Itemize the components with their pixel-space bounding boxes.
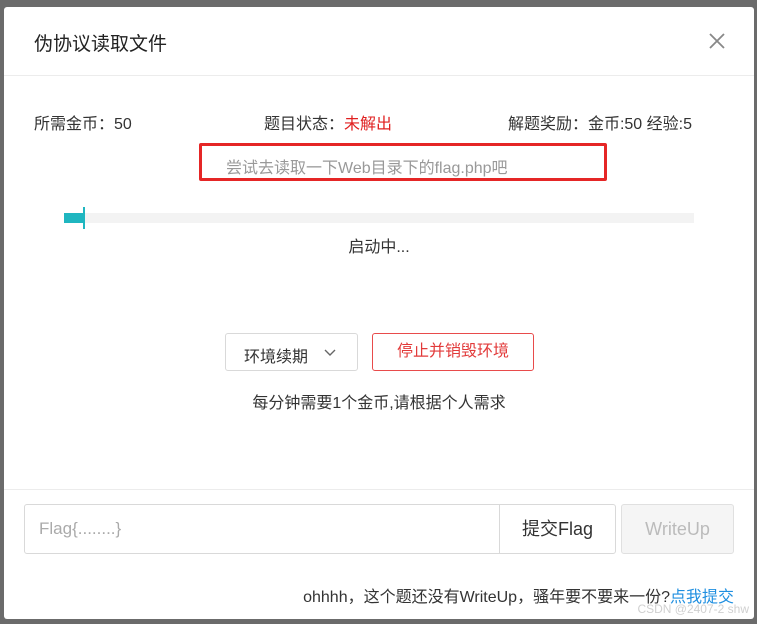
chevron-down-icon (324, 348, 336, 358)
status-badge: 未解出 (344, 116, 393, 133)
progress-marker (83, 207, 85, 229)
dialog-header: 伪协议读取文件 (4, 7, 754, 76)
reward-label: 解题奖励：金币:50 经验:5 (507, 116, 692, 133)
destroy-environment-button[interactable]: 停止并销毁环境 (372, 333, 534, 371)
flag-input[interactable] (24, 504, 500, 554)
close-icon[interactable] (707, 31, 727, 51)
progress-status: 启动中... (348, 239, 410, 256)
hint-highlight: 尝试去读取一下Web目录下的flag.php吧 (199, 143, 607, 181)
dialog: 伪协议读取文件 所需金币：50 题目状态：未解出 解题奖励：金币:50 经验:5… (4, 7, 754, 619)
writeup-button[interactable]: WriteUp (621, 504, 734, 554)
status-label-text: 题目状态： (264, 116, 345, 133)
status-label: 题目状态：未解出 (264, 110, 392, 134)
dialog-footer: 提交Flag WriteUp ohhhh，这个题还没有WriteUp，骚年要不要… (4, 489, 754, 620)
hint-text: 尝试去读取一下Web目录下的flag.php吧 (226, 160, 508, 177)
cost-note: 每分钟需要1个金币,请根据个人需求 (252, 395, 506, 412)
writeup-note-text: ohhhh，这个题还没有WriteUp，骚年要不要来一份? (303, 589, 670, 606)
dialog-title: 伪协议读取文件 (34, 34, 168, 55)
cost-label: 所需金币：50 (34, 116, 132, 133)
progress-fill (64, 213, 83, 223)
watermark: CSDN @2407-2 shw (637, 602, 749, 616)
renew-label: 环境续期 (244, 349, 309, 366)
progress-bar (64, 207, 694, 229)
submit-flag-button[interactable]: 提交Flag (499, 504, 616, 554)
renew-dropdown[interactable]: 环境续期 (225, 333, 358, 371)
